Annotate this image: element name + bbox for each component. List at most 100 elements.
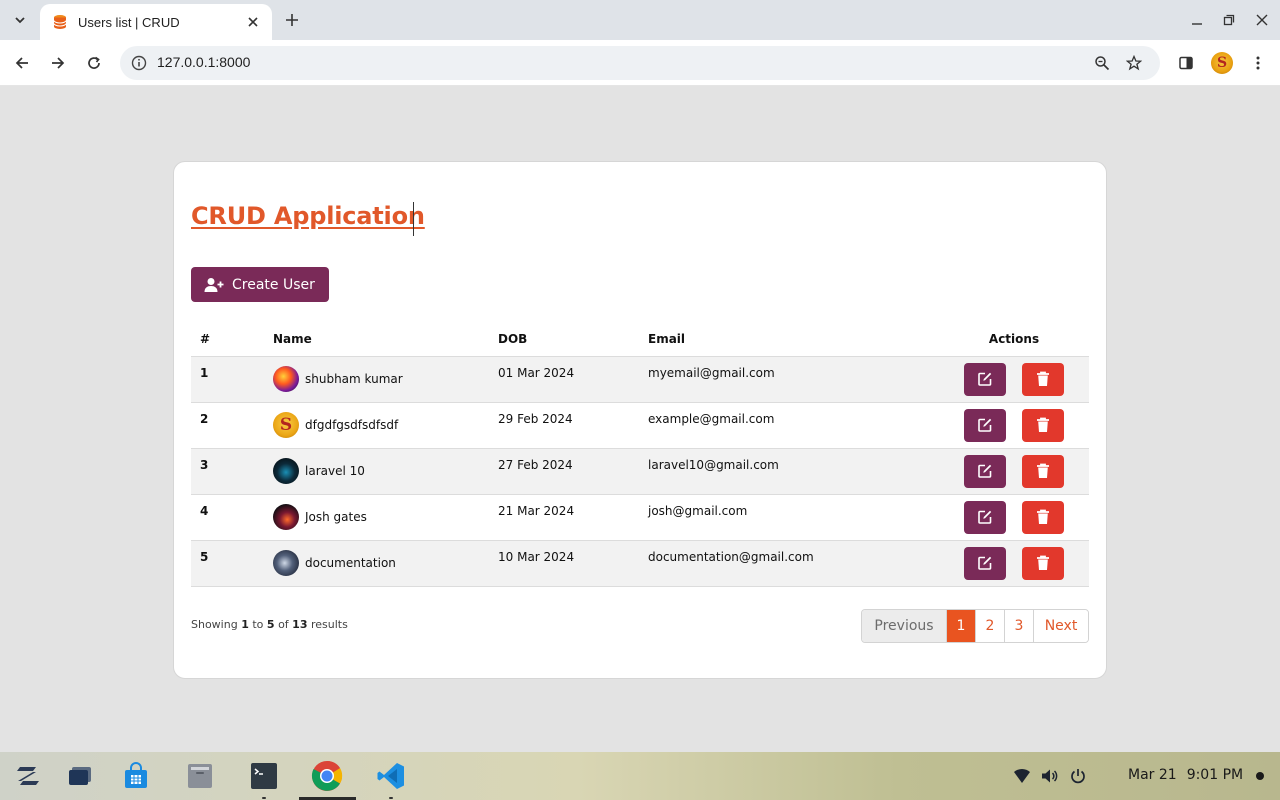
delete-user-button[interactable] bbox=[1021, 500, 1064, 534]
delete-user-button[interactable] bbox=[1021, 362, 1064, 396]
edit-user-button[interactable] bbox=[964, 362, 1007, 396]
user-dob: 21 Mar 2024 bbox=[489, 494, 639, 541]
side-panel-icon bbox=[1179, 56, 1193, 70]
table-row: 5 documentation 10 Mar 2024 documentatio… bbox=[191, 540, 1089, 587]
star-icon bbox=[1126, 55, 1142, 71]
chevron-down-icon bbox=[15, 17, 25, 24]
row-number: 2 bbox=[191, 402, 264, 449]
address-bar[interactable]: 127.0.0.1:8000 bbox=[120, 46, 1160, 80]
reload-icon bbox=[88, 56, 100, 69]
summary-from: 1 bbox=[241, 618, 249, 631]
taskbar-workspaces[interactable] bbox=[64, 760, 96, 792]
pagination-page-3[interactable]: 3 bbox=[1004, 610, 1033, 642]
edit-user-button[interactable] bbox=[964, 408, 1007, 442]
reload-button[interactable] bbox=[82, 51, 106, 75]
volume-icon bbox=[1042, 769, 1058, 783]
taskbar-vscode[interactable] bbox=[375, 760, 407, 792]
zoom-button[interactable] bbox=[1092, 53, 1112, 73]
column-header-number: # bbox=[191, 322, 264, 357]
clock[interactable]: Mar 21 9:01 PM bbox=[1128, 767, 1243, 783]
running-indicator bbox=[262, 797, 266, 799]
pagination: Previous 1 2 3 Next bbox=[861, 609, 1089, 643]
table-header-row: # Name DOB Email Actions bbox=[191, 322, 1089, 357]
forward-button[interactable] bbox=[46, 51, 70, 75]
summary-to-word: to bbox=[252, 618, 264, 631]
zoom-icon bbox=[1095, 56, 1110, 71]
new-tab-button[interactable] bbox=[280, 8, 304, 32]
edit-icon bbox=[978, 556, 992, 570]
restore-button[interactable] bbox=[1219, 10, 1239, 30]
clock-date: Mar 21 bbox=[1128, 767, 1177, 783]
avatar bbox=[273, 504, 299, 530]
browser-tab-active[interactable]: Users list | CRUD bbox=[40, 4, 272, 40]
volume-control[interactable] bbox=[1040, 766, 1060, 786]
terminal-icon bbox=[251, 763, 277, 789]
side-panel-button[interactable] bbox=[1174, 51, 1198, 75]
create-user-label: Create User bbox=[232, 276, 315, 293]
user-dob: 29 Feb 2024 bbox=[489, 402, 639, 449]
wifi-icon bbox=[1014, 768, 1030, 783]
trash-icon bbox=[1036, 371, 1049, 386]
page-title[interactable]: CRUD Application bbox=[191, 202, 425, 230]
plus-icon bbox=[286, 14, 298, 26]
browser-toolbar: 127.0.0.1:8000 S bbox=[0, 40, 1280, 86]
notification-indicator[interactable] bbox=[1256, 772, 1264, 780]
tab-search-button[interactable] bbox=[8, 8, 32, 32]
minimize-icon bbox=[1192, 23, 1202, 25]
user-name: documentation bbox=[305, 556, 396, 570]
row-number: 1 bbox=[191, 356, 264, 403]
profile-button[interactable]: S bbox=[1210, 51, 1234, 75]
table-row: 2 Sdfgdfgsdfsdfsdf 29 Feb 2024 example@g… bbox=[191, 402, 1089, 449]
delete-user-button[interactable] bbox=[1021, 546, 1064, 580]
summary-suffix: results bbox=[310, 618, 348, 631]
tab-close-button[interactable] bbox=[244, 13, 262, 31]
zorin-logo-icon bbox=[17, 767, 39, 785]
site-info-button[interactable] bbox=[128, 52, 150, 74]
url-text[interactable]: 127.0.0.1:8000 bbox=[157, 54, 250, 70]
power-icon bbox=[1071, 769, 1085, 784]
user-plus-icon bbox=[204, 277, 224, 292]
pagination-page-2[interactable]: 2 bbox=[975, 610, 1004, 642]
avatar bbox=[273, 458, 299, 484]
edit-icon bbox=[978, 418, 992, 432]
close-icon bbox=[1256, 14, 1268, 26]
network-status[interactable] bbox=[1012, 766, 1032, 786]
taskbar-files[interactable] bbox=[184, 760, 216, 792]
row-number: 5 bbox=[191, 540, 264, 587]
avatar: S bbox=[273, 412, 299, 438]
trash-icon bbox=[1036, 463, 1049, 478]
text-caret bbox=[413, 202, 414, 236]
back-button[interactable] bbox=[10, 51, 34, 75]
user-email: laravel10@gmail.com bbox=[639, 448, 939, 495]
bookmark-button[interactable] bbox=[1124, 53, 1144, 73]
taskbar-chrome[interactable] bbox=[311, 760, 343, 792]
taskbar-terminal[interactable] bbox=[248, 760, 280, 792]
edit-user-button[interactable] bbox=[964, 546, 1007, 580]
users-table: # Name DOB Email Actions 1 shubham kumar… bbox=[191, 322, 1089, 587]
edit-icon bbox=[978, 464, 992, 478]
close-window-button[interactable] bbox=[1252, 10, 1272, 30]
window-icon bbox=[69, 767, 91, 785]
database-icon bbox=[53, 15, 67, 29]
taskbar-software-store[interactable] bbox=[120, 760, 152, 792]
edit-user-button[interactable] bbox=[964, 500, 1007, 534]
delete-user-button[interactable] bbox=[1021, 454, 1064, 488]
arrow-left-icon bbox=[15, 57, 28, 69]
profile-avatar: S bbox=[1211, 52, 1233, 74]
arrow-right-icon bbox=[52, 57, 65, 69]
more-vertical-icon bbox=[1256, 56, 1260, 70]
user-email: myemail@gmail.com bbox=[639, 356, 939, 403]
browser-menu-button[interactable] bbox=[1246, 51, 1270, 75]
delete-user-button[interactable] bbox=[1021, 408, 1064, 442]
launcher-button[interactable] bbox=[12, 760, 44, 792]
minimize-button[interactable] bbox=[1187, 10, 1207, 30]
pagination-next[interactable]: Next bbox=[1033, 610, 1088, 642]
user-dob: 27 Feb 2024 bbox=[489, 448, 639, 495]
edit-user-button[interactable] bbox=[964, 454, 1007, 488]
pagination-previous[interactable]: Previous bbox=[862, 610, 946, 642]
create-user-button[interactable]: Create User bbox=[191, 267, 329, 302]
page-viewport: CRUD Application Create User # Name DOB … bbox=[0, 86, 1280, 752]
power-menu[interactable] bbox=[1068, 766, 1088, 786]
summary-prefix: Showing bbox=[191, 618, 238, 631]
pagination-page-1[interactable]: 1 bbox=[946, 610, 975, 642]
